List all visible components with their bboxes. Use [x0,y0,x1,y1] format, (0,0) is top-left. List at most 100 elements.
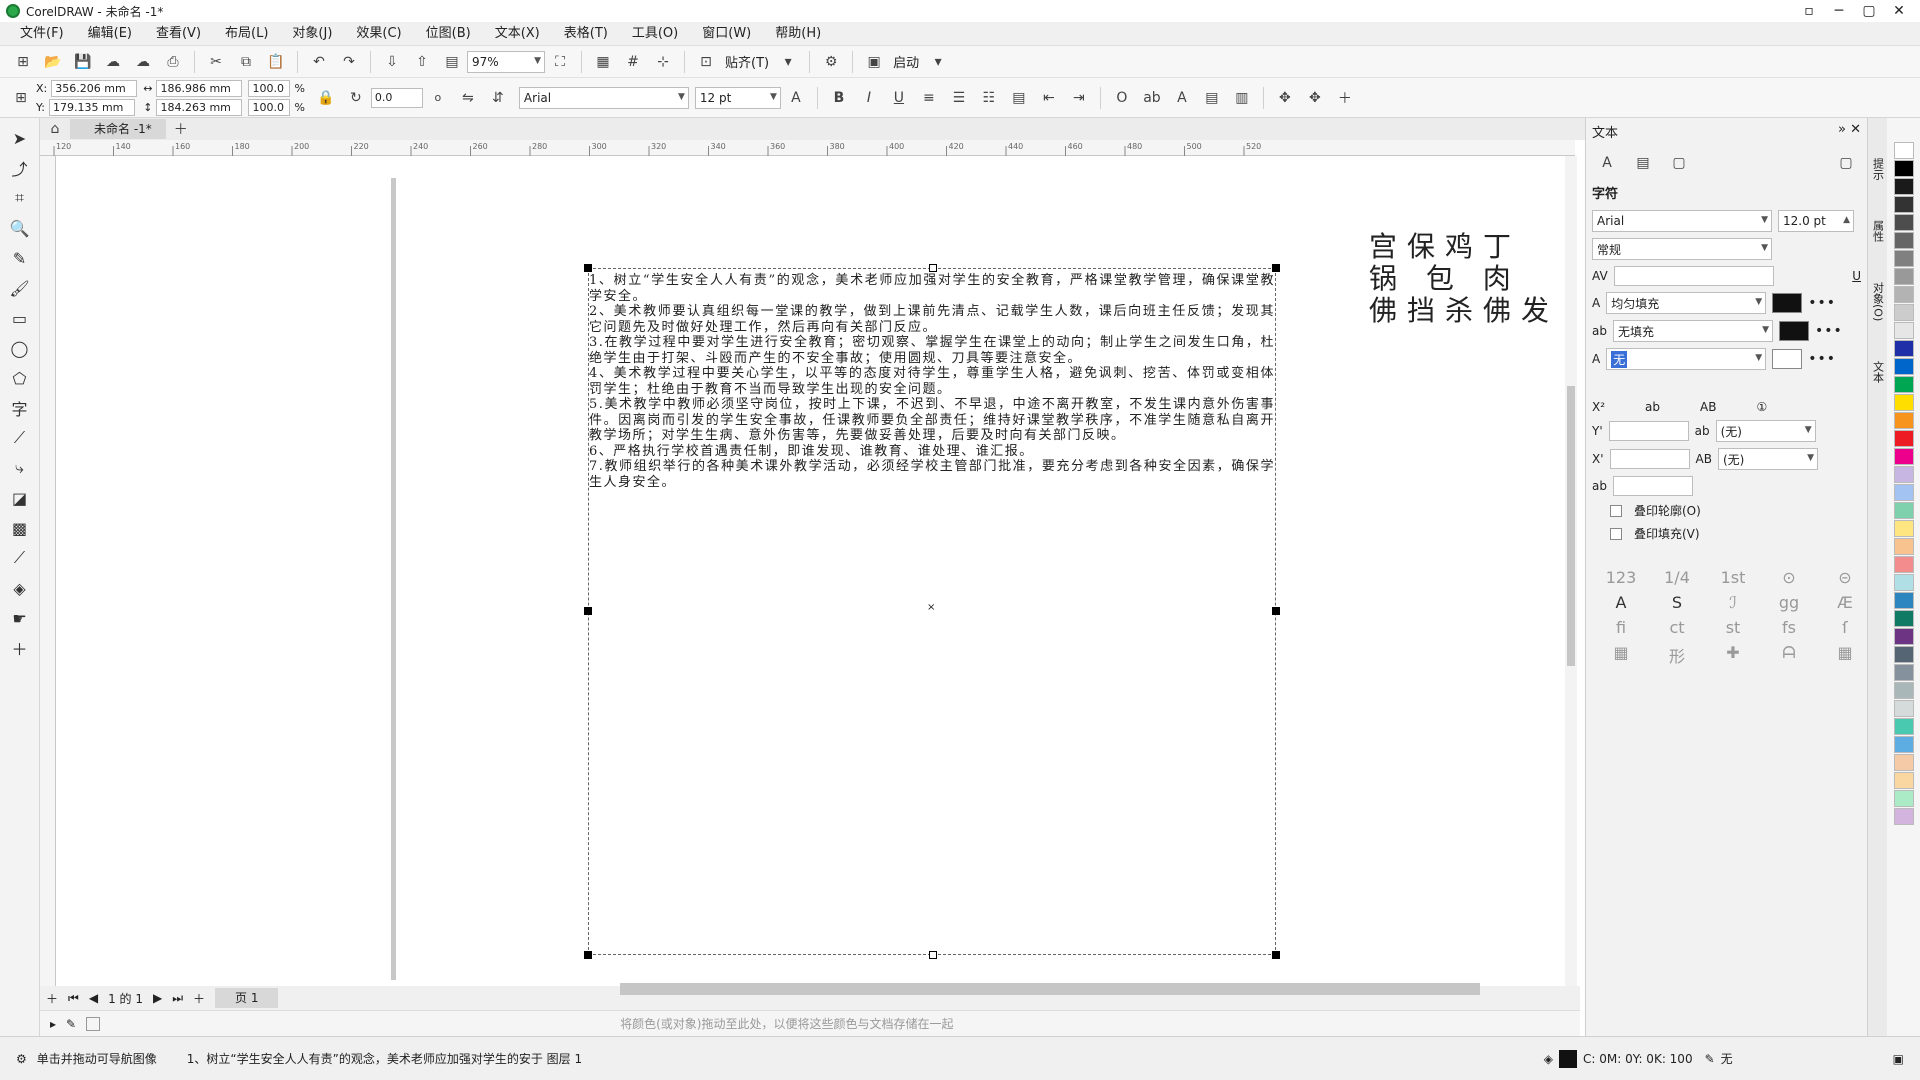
horizontal-scroll-thumb[interactable] [620,983,1480,995]
palette-color-chip[interactable] [1893,520,1914,537]
restore-small-icon[interactable]: ▫ [1794,0,1824,22]
long-s-icon[interactable]: ſ [1820,618,1870,637]
decrease-indent-icon[interactable]: ⇤ [1037,86,1061,110]
feature-icon[interactable]: ▦ [1820,643,1870,667]
ae-ligature-icon[interactable]: Æ [1820,593,1870,612]
full-screen-icon[interactable]: ⛶ [548,50,572,74]
y-position-input[interactable]: 179.135 mm [48,98,135,116]
paste-icon[interactable]: 📋 [264,50,288,74]
ct-ligature-icon[interactable]: ct [1652,618,1702,637]
height-input[interactable]: 184.263 mm [156,98,243,116]
palette-color-chip[interactable] [1893,142,1914,159]
print-icon[interactable]: ⎙ [161,50,185,74]
more-options-icon[interactable]: ••• [1808,351,1836,367]
docker-tab-text[interactable]: 文本 [1870,361,1886,383]
horizontal-ruler[interactable]: 120 140 160 180 200 220 240 260 280 300 320 340 360 3… [40,140,1575,156]
selection-handle[interactable] [1272,264,1280,272]
add-page-icon[interactable]: ＋ [46,990,58,1007]
wrap-text-icon[interactable]: ✥ [1273,86,1297,110]
palette-color-chip[interactable] [1893,466,1914,483]
interactive-fill-tool-icon[interactable]: ◈ [6,574,34,602]
numbered-list-icon[interactable]: ☷ [977,86,1001,110]
color-settings-icon[interactable]: ▣ [1893,1052,1904,1066]
drawing-canvas[interactable]: 1、树立“学生安全人人有责”的观念，美术老师应加强对学生的安全教育，严格课堂教学… [56,156,1576,986]
menu-bitmaps[interactable]: 位图(B) [414,22,483,46]
paragraph-text-frame[interactable]: 1、树立“学生安全人人有责”的观念，美术老师应加强对学生的安全教育，严格课堂教学… [584,264,1280,959]
chevron-down-icon[interactable]: ▾ [926,50,950,74]
menu-view[interactable]: 查看(V) [144,22,213,46]
palette-color-chip[interactable] [1893,628,1914,645]
redo-icon[interactable]: ↷ [337,50,361,74]
selection-handle[interactable] [584,607,592,615]
palette-menu-icon[interactable]: ▸ [50,1017,56,1031]
palette-color-chip[interactable] [1893,700,1914,717]
frame-mode-icon[interactable]: ▢ [1667,151,1691,175]
dimension-tool-icon[interactable]: ⟋ [6,424,34,452]
home-icon[interactable]: ⌂ [43,117,67,141]
transparency-tool-icon[interactable]: ▩ [6,514,34,542]
docker-tab-hints[interactable]: 提示 [1870,158,1886,180]
freehand-tool-icon[interactable]: ✎ [6,244,34,272]
rectangle-tool-icon[interactable]: ▭ [6,304,34,332]
y-offset-input[interactable] [1608,421,1689,441]
palette-color-chip[interactable] [1893,304,1914,321]
selection-handle[interactable] [1272,607,1280,615]
ordinals-icon[interactable]: 1st [1708,568,1758,587]
st-ligature-icon[interactable]: st [1708,618,1758,637]
selection-handle[interactable] [929,264,937,272]
menu-effects[interactable]: 效果(C) [344,22,413,46]
opentype-icon[interactable]: O [1110,86,1134,110]
object-origin-icon[interactable]: ⊞ [9,86,33,110]
new-tab-icon[interactable]: ＋ [169,117,193,141]
docker-size-combo[interactable]: 12.0 pt ▲ [1778,210,1854,232]
snap-icon[interactable]: ⊡ [694,50,718,74]
palette-color-chip[interactable] [1893,178,1914,195]
lock-ratio-icon[interactable]: 🔒 [314,86,338,110]
palette-color-chip[interactable] [1893,232,1914,249]
case-style-combo[interactable]: (无) ▼ [1717,448,1818,470]
menu-table[interactable]: 表格(T) [552,22,620,46]
palette-color-chip[interactable] [1893,790,1914,807]
strikethrough-input[interactable] [1612,476,1693,496]
drop-shadow-tool-icon[interactable]: ◪ [6,484,34,512]
palette-color-chip[interactable] [1893,538,1914,555]
feature-icon[interactable]: ᗩ [1764,643,1814,667]
palette-color-chip[interactable] [1893,484,1914,501]
palette-color-chip[interactable] [1893,160,1914,177]
settings-gear-icon[interactable]: ⚙ [16,1052,27,1066]
shape-tool-icon[interactable]: ⤴ [6,154,34,182]
palette-color-chip[interactable] [1893,592,1914,609]
palette-color-chip[interactable] [1893,286,1914,303]
underline-style-combo[interactable]: (无) ▼ [1715,420,1816,442]
text-properties-icon[interactable]: A [1170,86,1194,110]
palette-color-chip[interactable] [1893,664,1914,681]
undo-icon[interactable]: ↶ [307,50,331,74]
no-color-swatch[interactable] [86,1016,101,1031]
stylistic-s-icon[interactable]: S [1652,593,1702,612]
menu-object[interactable]: 对象(J) [280,22,344,46]
menu-layout[interactable]: 布局(L) [213,22,280,46]
minimize-button[interactable]: ─ [1824,0,1854,22]
palette-color-chip[interactable] [1893,394,1914,411]
text-fill-color-swatch[interactable] [1772,293,1803,313]
bullet-list-icon[interactable]: ☰ [947,86,971,110]
palette-color-chip[interactable] [1893,214,1914,231]
ornaments-icon[interactable]: ⊙ [1764,568,1814,587]
add-tool-icon[interactable]: ＋ [6,634,34,662]
palette-color-chip[interactable] [1893,196,1914,213]
copy-icon[interactable]: ⧉ [234,50,258,74]
mirror-vertical-icon[interactable]: ⇵ [486,86,510,110]
background-fill-combo[interactable]: 无填充 ▼ [1612,320,1773,342]
artistic-text-block[interactable]: 宫保鸡丁 锅 包 肉 佛挡杀佛发 [1369,231,1559,327]
palette-color-chip[interactable] [1893,268,1914,285]
superscript-icon[interactable]: X² [1592,400,1605,414]
subscript-icon[interactable]: ab [1645,400,1660,414]
outline-color-swatch[interactable] [1772,349,1803,369]
feature-icon[interactable]: ✚ [1708,643,1758,667]
show-grid-icon[interactable]: # [621,50,645,74]
text-fill-type-combo[interactable]: 均匀填充 ▼ [1606,292,1767,314]
document-tab[interactable]: 未命名 -1* [70,119,166,139]
fs-ligature-icon[interactable]: fs [1764,618,1814,637]
export-pdf-icon[interactable]: ▤ [440,50,464,74]
docker-options-icon[interactable]: ▢ [1834,151,1858,175]
